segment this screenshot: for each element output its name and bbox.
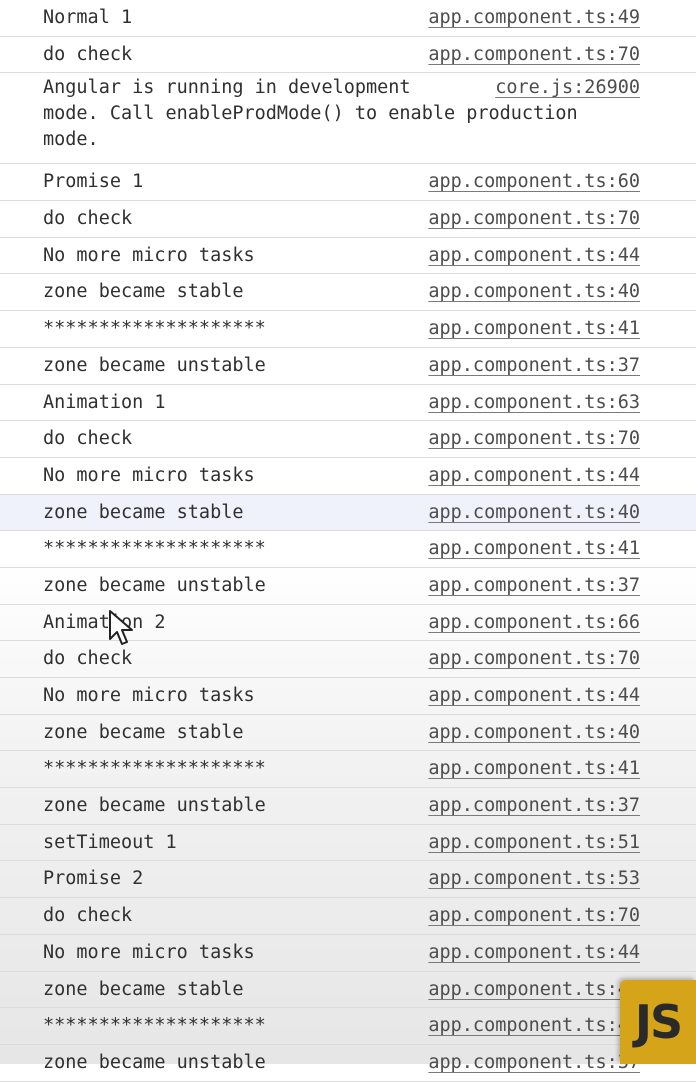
log-message: do check [43,905,133,927]
log-source-link[interactable]: app.component.ts:41 [428,311,640,347]
log-source-link[interactable]: app.component.ts:40 [428,495,640,531]
console-log-row: do check app.component.ts:70 [0,37,696,74]
console-log-row: zone became unstable app.component.ts:37 [0,568,696,605]
log-source-link[interactable]: core.js:26900 [495,75,640,101]
console-log-row: do check app.component.ts:70 [0,201,696,238]
console-log-row: ******************** app.component.ts:41 [0,311,696,348]
log-source-link[interactable]: app.component.ts:70 [428,898,640,934]
log-message: zone became unstable [43,795,266,817]
console-log-row: Animation 2 app.component.ts:66 [0,605,696,642]
console-log-row: ******************** app.component.ts:41 [0,531,696,568]
log-source-link[interactable]: app.component.ts:70 [428,201,640,237]
console-log-row: Promise 1 app.component.ts:60 [0,164,696,202]
log-message: ******************** [43,758,266,780]
log-source-link[interactable]: app.component.ts:44 [428,238,640,274]
log-message: Normal 1 [43,7,133,28]
log-source-link[interactable]: app.component.ts:53 [428,861,640,897]
log-message: ******************** [43,1015,266,1037]
log-message: No more micro tasks [43,244,255,266]
console-log-row: zone became unstable app.component.ts:37 [0,348,696,385]
console-log-row: setTimeout 1 app.component.ts:51 [0,825,696,862]
console-log-row: do check app.component.ts:70 [0,421,696,458]
log-message: do check [43,428,133,450]
log-message: ******************** [43,318,266,340]
log-source-link[interactable]: app.component.ts:70 [428,37,640,73]
log-source-link[interactable]: app.component.ts:41 [428,1008,640,1044]
log-source-link[interactable]: app.component.ts:41 [428,751,640,787]
console-log-row: zone became unstable app.component.ts:37 [0,788,696,825]
console-log-row: do check app.component.ts:70 [0,898,696,935]
log-message: Animation 2 [43,611,166,633]
log-message: No more micro tasks [43,685,255,706]
log-message: zone became stable [43,501,244,523]
console-log-row: zone became stable app.component.ts:40 [0,715,696,752]
js-logo-text: JS [634,995,683,1049]
log-message: do check [43,208,133,230]
log-source-link[interactable]: app.component.ts:51 [428,825,640,861]
log-message: No more micro tasks [43,464,255,486]
console-log-row: Normal 1 app.component.ts:49 [0,0,696,37]
console-log-row: No more micro tasks app.component.ts:44 [0,678,696,715]
log-source-link[interactable]: app.component.ts:44 [428,458,640,494]
console-log-row: No more micro tasks app.component.ts:44 [0,238,696,275]
log-source-link[interactable]: app.component.ts:63 [428,385,640,421]
log-source-link[interactable]: app.component.ts:70 [428,421,640,457]
log-source-link[interactable]: app.component.ts:40 [428,715,640,751]
console-log-row: No more micro tasks app.component.ts:44 [0,458,696,495]
console-log-row: zone became stable app.component.ts:40 [0,972,696,1009]
log-message: zone became unstable [43,574,266,596]
js-logo: JS [620,980,696,1064]
log-source-link[interactable]: app.component.ts:37 [428,788,640,824]
log-source-link[interactable]: app.component.ts:37 [428,348,640,384]
console-log-row: ******************** app.component.ts:41 [0,751,696,789]
log-message: Promise 1 [43,171,144,193]
log-message: ******************** [43,538,266,560]
log-message: do check [43,648,133,670]
log-source-link[interactable]: app.component.ts:37 [428,568,640,604]
log-message: zone became unstable [43,354,266,376]
log-source-link[interactable]: app.component.ts:66 [428,605,640,641]
log-source-link[interactable]: app.component.ts:49 [428,0,640,36]
console-log-row: zone became unstable app.component.ts:37 [0,1045,696,1082]
console-log-row: Promise 2 app.component.ts:53 [0,861,696,899]
log-source-link[interactable]: app.component.ts:44 [428,935,640,971]
log-source-link[interactable]: app.component.ts:60 [428,164,640,200]
log-source-link[interactable]: app.component.ts:70 [428,641,640,677]
log-message: Promise 2 [43,868,144,890]
log-source-link[interactable]: app.component.ts:44 [428,678,640,714]
console-log-row: zone became stable app.component.ts:40 [0,274,696,312]
log-message: zone became stable [43,721,244,743]
console-log-row: Animation 1 app.component.ts:63 [0,385,696,422]
log-message: No more micro tasks [43,941,255,963]
log-source-link[interactable]: app.component.ts:37 [428,1045,640,1081]
log-message: Animation 1 [43,391,166,413]
console-log-row: Angular is running in development mode. … [0,73,696,165]
log-source-link[interactable]: app.component.ts:41 [428,531,640,567]
log-source-link[interactable]: app.component.ts:40 [428,274,640,310]
console-log-row: do check app.component.ts:70 [0,641,696,678]
log-message: zone became stable [43,281,244,303]
console-log-row: ******************** app.component.ts:41 [0,1008,696,1045]
log-message: setTimeout 1 [43,831,177,853]
log-message: zone became stable [43,978,244,1000]
log-message: zone became unstable [43,1051,266,1073]
console-log-row: No more micro tasks app.component.ts:44 [0,935,696,972]
log-source-link[interactable]: app.component.ts:40 [428,972,640,1008]
console-log-panel: Normal 1 app.component.ts:49 do check app.c… [0,0,696,1082]
console-log-row: zone became stable app.component.ts:40 [0,494,696,532]
log-message: do check [43,43,133,65]
